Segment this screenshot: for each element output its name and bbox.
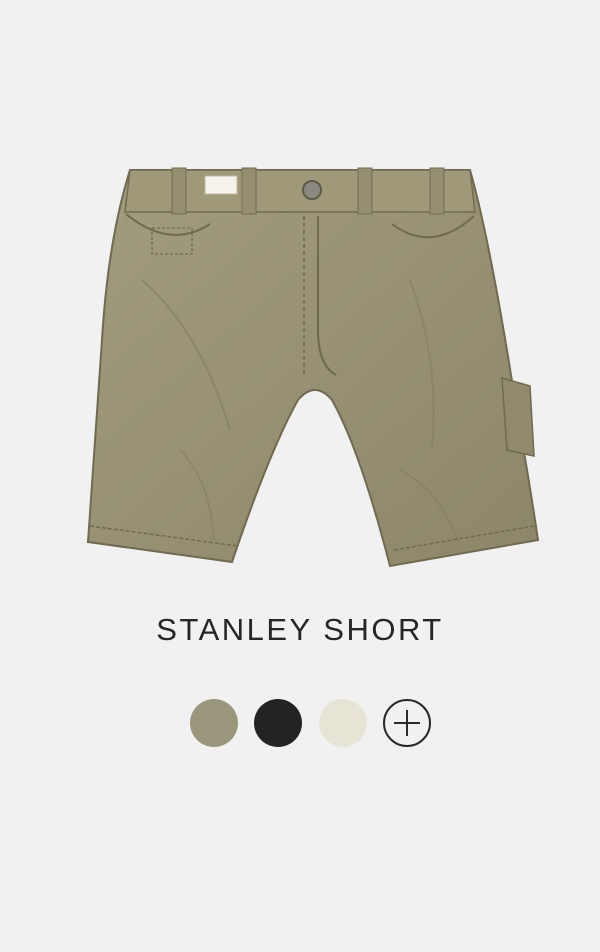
cream-swatch[interactable] (319, 699, 367, 747)
shorts-image (86, 167, 540, 568)
olive-swatch[interactable] (190, 699, 238, 747)
product-card[interactable]: STANLEY SHORT (0, 0, 600, 952)
product-image[interactable] (60, 150, 540, 590)
color-swatches (0, 699, 600, 749)
product-title[interactable]: STANLEY SHORT (0, 612, 600, 648)
black-swatch[interactable] (254, 699, 302, 747)
plus-icon[interactable] (383, 699, 431, 747)
